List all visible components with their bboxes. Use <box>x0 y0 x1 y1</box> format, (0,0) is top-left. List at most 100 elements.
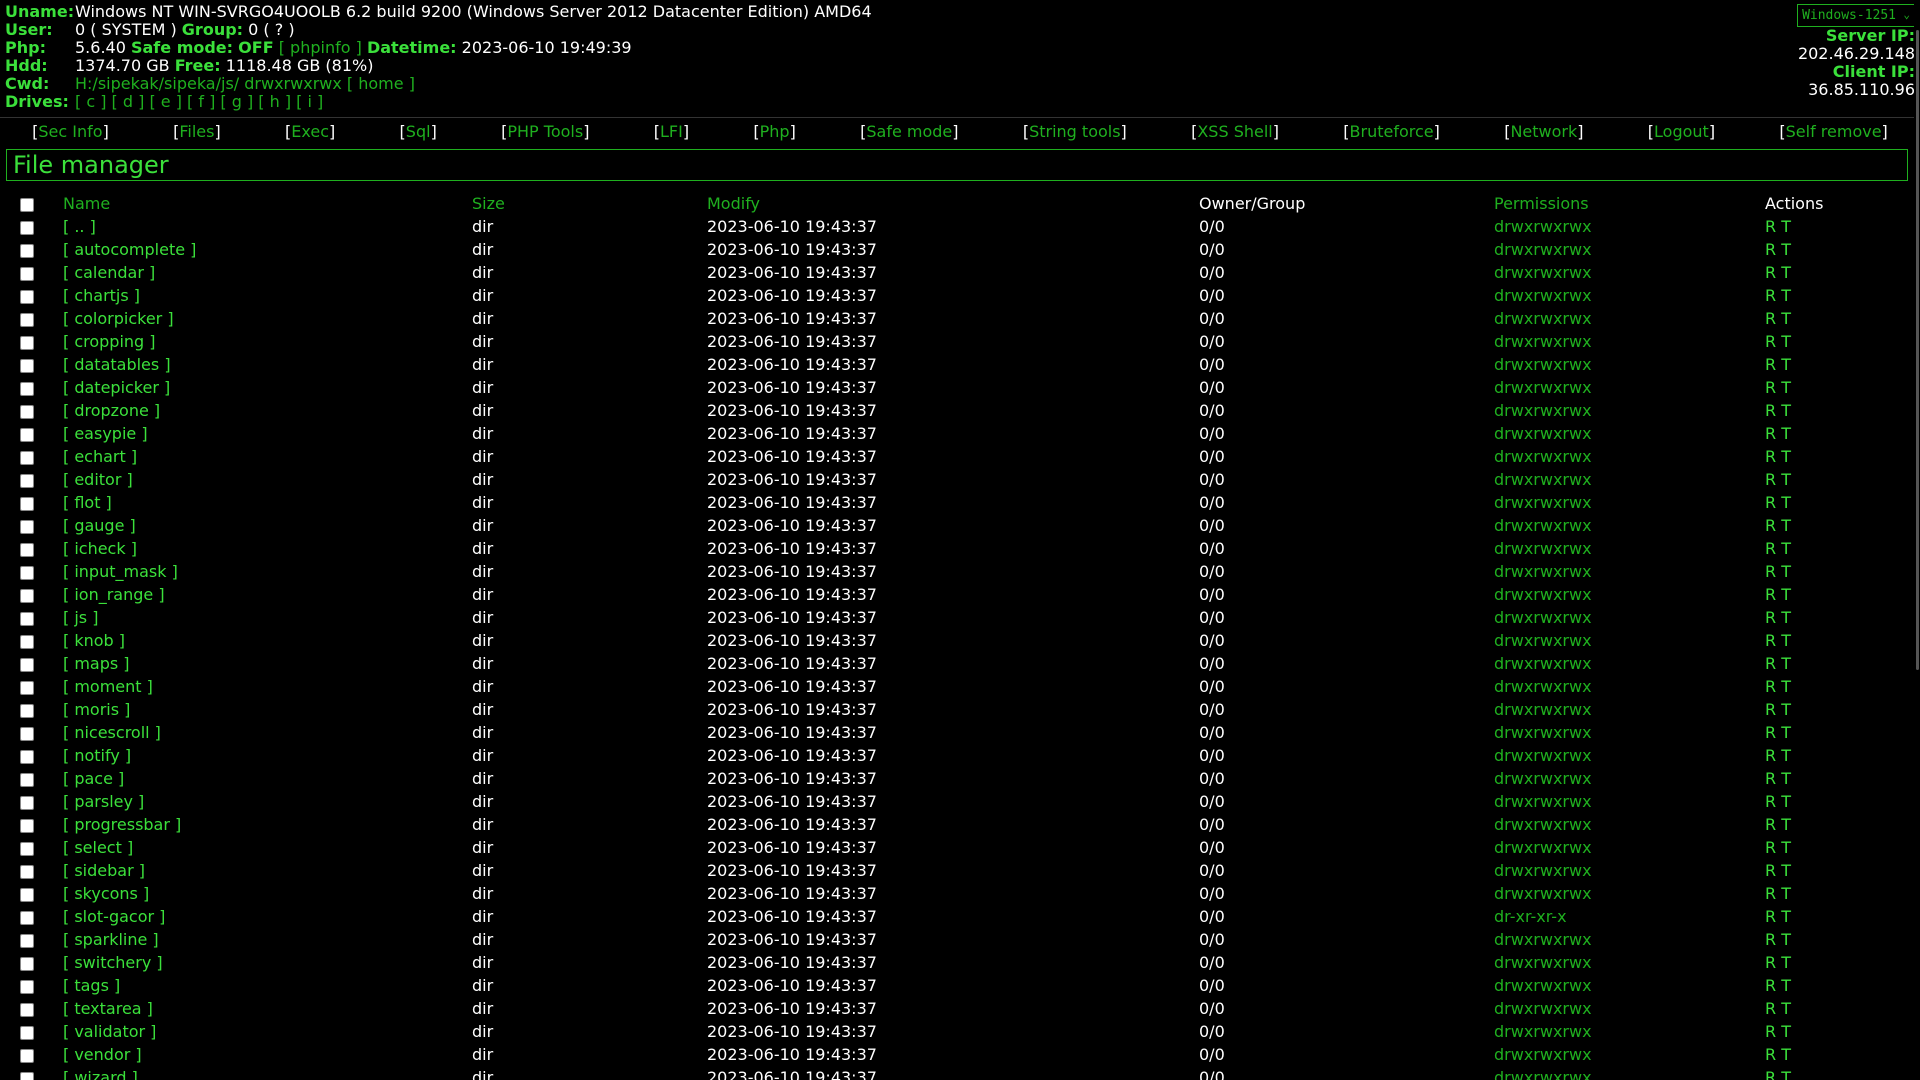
menu-item-safe-mode[interactable]: [Safe mode] <box>860 122 958 141</box>
file-name-link[interactable]: [ sidebar ] <box>63 859 472 882</box>
file-actions[interactable]: R T <box>1765 905 1900 928</box>
row-checkbox[interactable] <box>20 473 34 488</box>
file-permissions-link[interactable]: drwxrwxrwx <box>1494 813 1765 836</box>
row-checkbox[interactable] <box>20 795 34 810</box>
file-permissions-link[interactable]: drwxrwxrwx <box>1494 721 1765 744</box>
file-name-link[interactable]: [ slot-gacor ] <box>63 905 472 928</box>
file-name-link[interactable]: [ moment ] <box>63 675 472 698</box>
row-checkbox[interactable] <box>20 1071 34 1080</box>
file-actions[interactable]: R T <box>1765 606 1900 629</box>
file-actions[interactable]: R T <box>1765 652 1900 675</box>
column-header-modify[interactable]: Modify <box>707 192 1199 215</box>
file-actions[interactable]: R T <box>1765 560 1900 583</box>
file-permissions-link[interactable]: drwxrwxrwx <box>1494 238 1765 261</box>
file-actions[interactable]: R T <box>1765 583 1900 606</box>
file-actions[interactable]: R T <box>1765 790 1900 813</box>
file-actions[interactable]: R T <box>1765 928 1900 951</box>
row-checkbox[interactable] <box>20 634 34 649</box>
file-name-link[interactable]: [ nicescroll ] <box>63 721 472 744</box>
file-actions[interactable]: R T <box>1765 882 1900 905</box>
scrollbar-thumb[interactable] <box>1916 30 1919 670</box>
file-permissions-link[interactable]: drwxrwxrwx <box>1494 1043 1765 1066</box>
column-header-size[interactable]: Size <box>472 192 707 215</box>
file-name-link[interactable]: [ autocomplete ] <box>63 238 472 261</box>
menu-item-files[interactable]: [Files] <box>173 122 221 141</box>
file-actions[interactable]: R T <box>1765 1020 1900 1043</box>
file-name-link[interactable]: [ moris ] <box>63 698 472 721</box>
file-actions[interactable]: R T <box>1765 399 1900 422</box>
file-actions[interactable]: R T <box>1765 1043 1900 1066</box>
row-checkbox[interactable] <box>20 289 34 304</box>
row-checkbox[interactable] <box>20 910 34 925</box>
file-permissions-link[interactable]: drwxrwxrwx <box>1494 560 1765 583</box>
file-permissions-link[interactable]: drwxrwxrwx <box>1494 790 1765 813</box>
file-actions[interactable]: R T <box>1765 951 1900 974</box>
row-checkbox[interactable] <box>20 381 34 396</box>
file-actions[interactable]: R T <box>1765 514 1900 537</box>
file-name-link[interactable]: [ editor ] <box>63 468 472 491</box>
select-all-checkbox[interactable] <box>20 197 34 212</box>
file-actions[interactable]: R T <box>1765 859 1900 882</box>
row-checkbox[interactable] <box>20 703 34 718</box>
menu-item-php-tools[interactable]: [PHP Tools] <box>501 122 589 141</box>
file-permissions-link[interactable]: drwxrwxrwx <box>1494 606 1765 629</box>
menu-item-lfi[interactable]: [LFI] <box>654 122 689 141</box>
file-name-link[interactable]: [ knob ] <box>63 629 472 652</box>
row-checkbox[interactable] <box>20 335 34 350</box>
file-permissions-link[interactable]: drwxrwxrwx <box>1494 376 1765 399</box>
file-permissions-link[interactable]: drwxrwxrwx <box>1494 652 1765 675</box>
file-name-link[interactable]: [ echart ] <box>63 445 472 468</box>
file-name-link[interactable]: [ maps ] <box>63 652 472 675</box>
row-checkbox[interactable] <box>20 312 34 327</box>
file-permissions-link[interactable]: drwxrwxrwx <box>1494 468 1765 491</box>
file-actions[interactable]: R T <box>1765 238 1900 261</box>
file-name-link[interactable]: [ progressbar ] <box>63 813 472 836</box>
row-checkbox[interactable] <box>20 1048 34 1063</box>
file-permissions-link[interactable]: drwxrwxrwx <box>1494 767 1765 790</box>
file-name-link[interactable]: [ js ] <box>63 606 472 629</box>
file-actions[interactable]: R T <box>1765 353 1900 376</box>
phpinfo-link[interactable]: [ phpinfo ] <box>279 38 362 57</box>
file-permissions-link[interactable]: drwxrwxrwx <box>1494 859 1765 882</box>
file-permissions-link[interactable]: drwxrwxrwx <box>1494 491 1765 514</box>
row-checkbox[interactable] <box>20 864 34 879</box>
file-name-link[interactable]: [ vendor ] <box>63 1043 472 1066</box>
file-actions[interactable]: R T <box>1765 767 1900 790</box>
file-name-link[interactable]: [ select ] <box>63 836 472 859</box>
file-actions[interactable]: R T <box>1765 284 1900 307</box>
file-actions[interactable]: R T <box>1765 744 1900 767</box>
file-permissions-link[interactable]: drwxrwxrwx <box>1494 675 1765 698</box>
row-checkbox[interactable] <box>20 726 34 741</box>
file-name-link[interactable]: [ calendar ] <box>63 261 472 284</box>
file-name-link[interactable]: [ colorpicker ] <box>63 307 472 330</box>
file-name-link[interactable]: [ pace ] <box>63 767 472 790</box>
file-name-link[interactable]: [ dropzone ] <box>63 399 472 422</box>
file-name-link[interactable]: [ notify ] <box>63 744 472 767</box>
file-actions[interactable]: R T <box>1765 376 1900 399</box>
column-header-permissions[interactable]: Permissions <box>1494 192 1765 215</box>
file-actions[interactable]: R T <box>1765 422 1900 445</box>
file-name-link[interactable]: [ .. ] <box>63 215 472 238</box>
file-actions[interactable]: R T <box>1765 261 1900 284</box>
file-permissions-link[interactable]: drwxrwxrwx <box>1494 422 1765 445</box>
file-name-link[interactable]: [ easypie ] <box>63 422 472 445</box>
file-name-link[interactable]: [ datatables ] <box>63 353 472 376</box>
charset-select[interactable]: Windows-1251 ⌄ <box>1797 4 1915 27</box>
row-checkbox[interactable] <box>20 450 34 465</box>
file-permissions-link[interactable]: drwxrwxrwx <box>1494 353 1765 376</box>
column-header-name[interactable]: Name <box>63 192 472 215</box>
menu-item-xss-shell[interactable]: [XSS Shell] <box>1191 122 1279 141</box>
file-permissions-link[interactable]: drwxrwxrwx <box>1494 836 1765 859</box>
file-name-link[interactable]: [ input_mask ] <box>63 560 472 583</box>
row-checkbox[interactable] <box>20 496 34 511</box>
file-permissions-link[interactable]: drwxrwxrwx <box>1494 1020 1765 1043</box>
scrollbar[interactable] <box>1914 0 1920 1080</box>
row-checkbox[interactable] <box>20 933 34 948</box>
file-actions[interactable]: R T <box>1765 307 1900 330</box>
row-checkbox[interactable] <box>20 749 34 764</box>
file-permissions-link[interactable]: drwxrwxrwx <box>1494 445 1765 468</box>
row-checkbox[interactable] <box>20 519 34 534</box>
file-permissions-link[interactable]: drwxrwxrwx <box>1494 583 1765 606</box>
file-name-link[interactable]: [ cropping ] <box>63 330 472 353</box>
file-actions[interactable]: R T <box>1765 330 1900 353</box>
